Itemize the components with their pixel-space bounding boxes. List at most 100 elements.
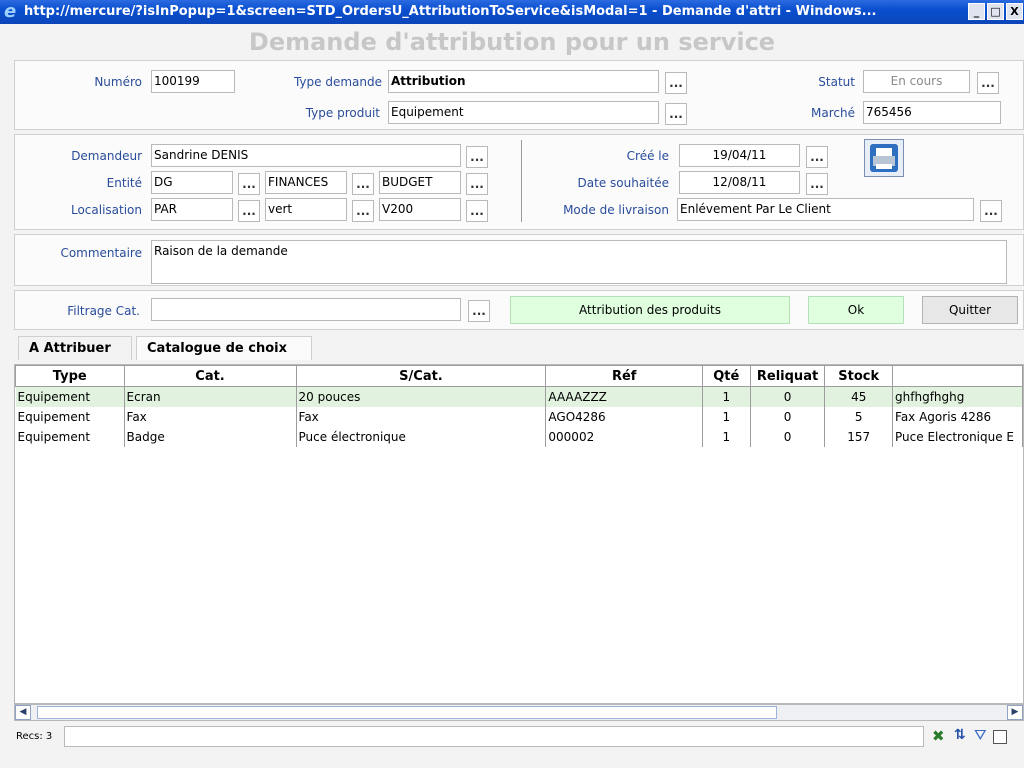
cree-field[interactable]: 19/04/11 <box>679 144 800 167</box>
localisation-field-3[interactable]: V200 <box>379 198 461 221</box>
minimize-button[interactable]: _ <box>968 3 985 20</box>
marche-field[interactable]: 765456 <box>863 101 1001 124</box>
excel-export-icon[interactable]: ✖ <box>932 727 945 745</box>
commentaire-textarea[interactable]: Raison de la demande <box>151 240 1007 284</box>
numero-field[interactable]: 100199 <box>151 70 235 93</box>
column-header[interactable]: Réf <box>545 365 703 387</box>
table-cell: 1 <box>702 386 751 407</box>
column-header[interactable]: S/Cat. <box>295 365 547 387</box>
column-header[interactable]: Cat. <box>123 365 297 387</box>
numero-label: Numéro <box>94 75 142 89</box>
table-cell: Badge <box>124 427 297 447</box>
filtrage-cat-label: Filtrage Cat. <box>67 304 140 318</box>
table-cell: Puce Electronique E <box>892 427 1023 447</box>
table-cell: 1 <box>702 427 751 447</box>
demandeur-field[interactable]: Sandrine DENIS <box>151 144 461 167</box>
type-produit-field[interactable]: Equipement <box>388 101 659 124</box>
window-titlebar: e http://mercure/?isInPopup=1&screen=STD… <box>0 0 1024 24</box>
filtrage-cat-picker-button[interactable]: ... <box>468 300 490 322</box>
table-cell: 1 <box>702 407 751 427</box>
localisation-field-2[interactable]: vert <box>265 198 347 221</box>
products-grid: Type Cat. S/Cat. Réf Qté Reliquat Stock Equipe… <box>14 364 1024 704</box>
table-cell: 45 <box>824 386 894 407</box>
sort-az-icon[interactable]: ⇅ <box>954 727 966 743</box>
demandeur-picker-button[interactable]: ... <box>466 146 488 168</box>
mode-livraison-field[interactable]: Enlévement Par Le Client <box>677 198 974 221</box>
mode-livraison-picker-button[interactable]: ... <box>980 200 1002 222</box>
entite-field-3[interactable]: BUDGET <box>379 171 461 194</box>
localisation-label: Localisation <box>70 203 142 217</box>
column-header[interactable]: Type <box>15 365 125 387</box>
tab-catalogue-de-choix[interactable]: Catalogue de choix <box>136 336 312 360</box>
maximize-button[interactable]: □ <box>987 3 1004 20</box>
table-cell: 5 <box>824 407 894 427</box>
tab-a-attribuer[interactable]: A Attribuer <box>18 336 132 360</box>
table-cell: 157 <box>824 427 894 447</box>
quitter-button[interactable]: Quitter <box>922 296 1018 324</box>
table-row[interactable]: Equipement Ecran 20 pouces AAAAZZZ 1 0 45 ghfhg… <box>15 386 1023 407</box>
horizontal-scrollbar[interactable]: ◀ ▶ <box>14 704 1024 721</box>
table-cell: Ecran <box>124 386 297 407</box>
status-input[interactable] <box>64 726 924 747</box>
commentaire-label: Commentaire <box>60 246 142 260</box>
statut-picker-button[interactable]: ... <box>977 72 999 94</box>
statut-label: Statut <box>818 75 855 89</box>
date-souhaitee-picker-button[interactable]: ... <box>806 173 828 195</box>
demandeur-label: Demandeur <box>71 149 142 163</box>
scroll-thumb[interactable] <box>37 706 777 719</box>
page-title: Demande d'attribution pour un service <box>248 28 776 56</box>
date-souhaitee-label: Date souhaitée <box>577 176 669 190</box>
printer-icon <box>870 144 898 172</box>
column-header[interactable]: Reliquat <box>749 365 826 387</box>
table-cell: Fax <box>124 407 297 427</box>
statut-field[interactable]: En cours <box>863 70 970 93</box>
scroll-left-button[interactable]: ◀ <box>15 705 31 720</box>
select-all-checkbox[interactable] <box>993 730 1007 744</box>
filtrage-cat-input[interactable] <box>151 298 461 321</box>
entite-label: Entité <box>106 176 142 190</box>
attribution-produits-button[interactable]: Attribution des produits <box>510 296 790 324</box>
table-cell: Equipement <box>15 427 125 447</box>
type-demande-label: Type demande <box>293 75 382 89</box>
type-demande-field[interactable]: Attribution <box>388 70 659 93</box>
table-cell: Equipement <box>15 407 125 427</box>
table-cell: 20 pouces <box>296 386 547 407</box>
localisation-2-picker-button[interactable]: ... <box>352 200 374 222</box>
cree-label: Créé le <box>626 149 669 163</box>
table-row[interactable]: Equipement Fax Fax AGO4286 1 0 5 Fax Agoris 428… <box>15 407 1023 427</box>
column-header[interactable]: Qté <box>701 365 751 387</box>
entite-1-picker-button[interactable]: ... <box>238 173 260 195</box>
mode-livraison-label: Mode de livraison <box>563 203 669 217</box>
column-header[interactable] <box>892 365 1023 387</box>
scroll-right-button[interactable]: ▶ <box>1007 705 1023 720</box>
localisation-field-1[interactable]: PAR <box>151 198 233 221</box>
close-button[interactable]: X <box>1006 3 1023 20</box>
table-cell: Puce électronique <box>296 427 547 447</box>
type-demande-picker-button[interactable]: ... <box>665 72 687 94</box>
localisation-1-picker-button[interactable]: ... <box>238 200 260 222</box>
print-button[interactable] <box>864 139 904 177</box>
type-produit-label: Type produit <box>305 106 380 120</box>
table-cell: 0 <box>750 386 826 407</box>
date-souhaitee-field[interactable]: 12/08/11 <box>679 171 800 194</box>
entite-2-picker-button[interactable]: ... <box>352 173 374 195</box>
type-produit-picker-button[interactable]: ... <box>665 103 687 125</box>
record-count: Recs: 3 <box>16 731 53 742</box>
table-cell: 000002 <box>545 427 703 447</box>
panel-divider <box>521 140 522 222</box>
table-cell: 0 <box>750 407 826 427</box>
localisation-3-picker-button[interactable]: ... <box>466 200 488 222</box>
table-row[interactable]: Equipement Badge Puce électronique 000002 1 0… <box>15 427 1023 447</box>
status-bar: Recs: 3 ✖ ⇅ ⛛ <box>14 726 1024 748</box>
ok-button[interactable]: Ok <box>808 296 904 324</box>
table-cell: ghfhgfhghg <box>892 386 1023 407</box>
entite-3-picker-button[interactable]: ... <box>466 173 488 195</box>
entite-field-1[interactable]: DG <box>151 171 233 194</box>
filter-icon[interactable]: ⛛ <box>974 726 987 744</box>
entite-field-2[interactable]: FINANCES <box>265 171 347 194</box>
table-cell: 0 <box>750 427 826 447</box>
cree-date-picker-button[interactable]: ... <box>806 146 828 168</box>
products-table: Type Cat. S/Cat. Réf Qté Reliquat Stock Equipe… <box>15 365 1023 447</box>
window-title: http://mercure/?isInPopup=1&screen=STD_O… <box>24 4 877 19</box>
column-header[interactable]: Stock <box>824 365 894 387</box>
